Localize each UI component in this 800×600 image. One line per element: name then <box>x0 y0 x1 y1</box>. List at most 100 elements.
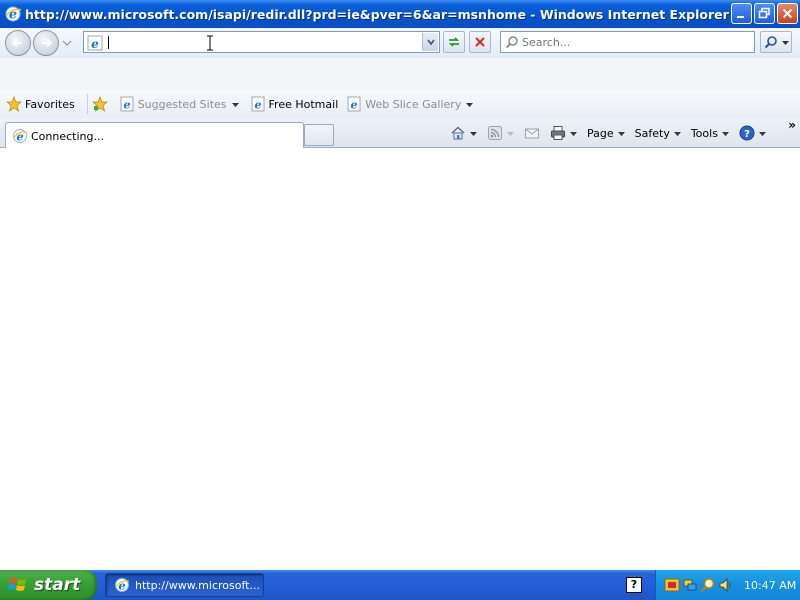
close-button[interactable] <box>777 3 798 24</box>
close-icon <box>782 8 793 19</box>
system-tray: 10:47 AM <box>655 570 800 600</box>
separator <box>86 94 88 114</box>
tab-connecting[interactable]: e Connecting... <box>5 122 304 149</box>
tools-menu-label: Tools <box>690 126 718 140</box>
title-bar[interactable]: e http://www.microsoft.com/isapi/redir.d… <box>0 0 800 28</box>
window-title: http://www.microsoft.com/isapi/redir.dll… <box>25 6 729 22</box>
clock: 10:47 AM <box>744 578 797 592</box>
maximize-icon <box>758 7 770 19</box>
refresh-button[interactable] <box>443 31 465 53</box>
ie-page-icon: e <box>251 96 265 112</box>
security-center-icon[interactable] <box>664 577 680 593</box>
help-tray-icon[interactable]: ? <box>626 577 642 593</box>
start-label: start <box>34 575 81 595</box>
stop-button[interactable] <box>469 31 491 53</box>
read-mail-icon <box>525 128 539 139</box>
forward-button[interactable] <box>33 30 59 56</box>
print-icon <box>551 126 565 140</box>
minimize-button[interactable] <box>731 3 752 24</box>
add-favorites-icon <box>91 96 108 112</box>
svg-text:e: e <box>91 37 99 51</box>
taskbar-item-ie[interactable]: e http://www.microsoft... <box>105 573 264 597</box>
safety-menu[interactable]: Safety <box>635 127 681 140</box>
chevron-down-icon <box>570 131 577 136</box>
chevron-down-icon <box>782 40 789 45</box>
ie-icon: e <box>12 129 28 143</box>
feeds-button[interactable] <box>487 125 514 141</box>
favorites-button[interactable]: Favorites <box>6 96 75 112</box>
search-icon <box>764 36 777 49</box>
favorites-link-label: Web Slice Gallery <box>365 97 462 111</box>
start-button[interactable]: start <box>0 570 97 600</box>
taskbar-item-label: http://www.microsoft... <box>135 578 260 592</box>
toolbar-band <box>0 58 800 90</box>
search-field[interactable] <box>500 31 755 53</box>
forward-icon <box>42 38 52 48</box>
search-icon[interactable] <box>700 577 716 593</box>
chevron-down-icon <box>470 131 477 136</box>
svg-text:e: e <box>123 99 130 112</box>
command-bar: Page Safety Tools ? <box>450 123 776 143</box>
print-button[interactable] <box>550 125 577 141</box>
favorites-link-free-hotmail[interactable]: e Free Hotmail <box>250 96 339 112</box>
chevron-down-icon <box>673 131 681 136</box>
page-menu-label: Page <box>587 126 614 140</box>
favorites-link-label: Free Hotmail <box>268 97 339 111</box>
stop-icon <box>475 37 485 47</box>
page-content[interactable] <box>0 148 800 570</box>
tab-row: e Connecting... Page Safety Tools ? » <box>0 118 800 149</box>
tools-menu[interactable]: Tools <box>691 127 729 140</box>
home-icon <box>451 126 465 140</box>
chevron-down-icon <box>426 39 435 46</box>
refresh-icon <box>448 37 460 47</box>
help-icon: ? <box>739 125 755 141</box>
chevron-down-icon <box>231 102 239 107</box>
chevron-down-icon <box>466 102 474 107</box>
chevron-down-icon <box>721 131 729 136</box>
address-dropdown-button[interactable] <box>422 33 438 51</box>
add-to-favorites-bar-button[interactable] <box>91 96 111 112</box>
favorites-label: Favorites <box>25 97 75 111</box>
address-toolbar: e <box>0 28 800 58</box>
search-icon <box>505 36 518 49</box>
search-input[interactable] <box>522 35 742 49</box>
back-icon <box>12 38 22 48</box>
windows-logo-icon <box>8 578 26 591</box>
address-bar[interactable]: e <box>83 31 440 53</box>
feeds-icon <box>488 126 502 140</box>
text-cursor-icon <box>207 35 213 51</box>
new-tab-button[interactable] <box>304 124 334 146</box>
ie-page-icon: e <box>347 96 361 112</box>
chevron-down-icon <box>507 131 514 136</box>
favorites-link-web-slice-gallery[interactable]: e Web Slice Gallery <box>346 96 476 112</box>
volume-icon[interactable] <box>718 577 734 593</box>
restore-button[interactable] <box>754 3 775 24</box>
safety-menu-label: Safety <box>634 126 670 140</box>
search-button[interactable] <box>760 31 792 53</box>
page-menu[interactable]: Page <box>587 127 625 140</box>
back-button[interactable] <box>5 30 31 56</box>
chevron-down-icon <box>758 131 766 136</box>
ie-page-icon: e <box>120 96 134 112</box>
chevron-down-icon <box>617 131 625 136</box>
svg-text:?: ? <box>744 129 750 140</box>
ie-page-icon: e <box>87 35 103 51</box>
more-commands-chevron-icon[interactable]: » <box>788 118 796 132</box>
svg-text:e: e <box>254 99 261 112</box>
network-icon[interactable] <box>682 577 698 593</box>
svg-text:e: e <box>351 99 358 112</box>
favorites-link-label: Suggested Sites <box>137 97 227 111</box>
help-button[interactable]: ? <box>739 125 766 141</box>
star-icon <box>6 96 22 112</box>
text-caret <box>108 36 109 49</box>
tab-label: Connecting... <box>31 129 104 143</box>
minimize-icon <box>737 16 744 18</box>
ie-icon: e <box>5 6 22 23</box>
home-button[interactable] <box>450 125 477 141</box>
favorites-bar: Favorites e Suggested Sites e Free Hotma… <box>0 90 800 118</box>
favorites-link-suggested-sites[interactable]: e Suggested Sites <box>119 96 242 112</box>
read-mail-button[interactable] <box>524 125 540 141</box>
ie-icon: e <box>114 578 130 592</box>
recent-pages-dropdown-icon[interactable] <box>62 38 72 48</box>
taskbar: start e http://www.microsoft... ? 10:47 … <box>0 570 800 600</box>
